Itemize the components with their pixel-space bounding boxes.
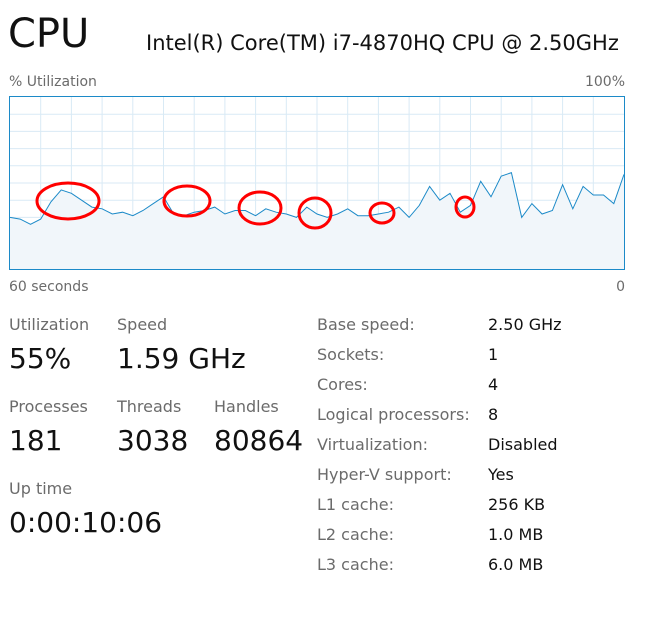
l2-cache-value: 1.0 MB bbox=[488, 525, 544, 544]
graph-y-max-label: 100% bbox=[584, 74, 625, 90]
page-title: CPU bbox=[8, 11, 90, 57]
handles-label: Handles bbox=[214, 397, 279, 416]
l1-cache-label: L1 cache: bbox=[317, 495, 394, 514]
cores-value: 4 bbox=[488, 375, 499, 394]
base-speed-value: 2.50 GHz bbox=[488, 315, 562, 334]
handles-value: 80864 bbox=[214, 424, 304, 457]
base-speed-label: Base speed: bbox=[317, 315, 415, 334]
hyper-v-support-value: Yes bbox=[488, 465, 514, 484]
cpu-utilization-graph bbox=[9, 96, 625, 270]
cpu-model-name: Intel(R) Core(TM) i7-4870HQ CPU @ 2.50GH… bbox=[146, 31, 619, 55]
red-circle-annotation bbox=[162, 184, 212, 218]
speed-value: 1.59 GHz bbox=[117, 342, 246, 375]
graph-x-right-label: 0 bbox=[616, 279, 625, 295]
utilization-label: Utilization bbox=[9, 315, 90, 334]
speed-label: Speed bbox=[117, 315, 168, 334]
virtualization-label: Virtualization: bbox=[317, 435, 428, 454]
hyper-v-support-label: Hyper-V support: bbox=[317, 465, 452, 484]
l3-cache-value: 6.0 MB bbox=[488, 555, 544, 574]
virtualization-value: Disabled bbox=[488, 435, 558, 454]
utilization-value: 55% bbox=[9, 342, 72, 375]
threads-value: 3038 bbox=[117, 424, 189, 457]
graph-y-label: % Utilization bbox=[9, 74, 97, 90]
threads-label: Threads bbox=[117, 397, 182, 416]
cores-label: Cores: bbox=[317, 375, 368, 394]
l3-cache-label: L3 cache: bbox=[317, 555, 394, 574]
l1-cache-value: 256 KB bbox=[488, 495, 546, 514]
uptime-label: Up time bbox=[9, 479, 73, 498]
graph-x-left-label: 60 seconds bbox=[9, 279, 89, 295]
uptime-value: 0:00:10:06 bbox=[9, 506, 163, 539]
logical-processors-label: Logical processors: bbox=[317, 405, 470, 424]
sockets-value: 1 bbox=[488, 345, 499, 364]
processes-value: 181 bbox=[9, 424, 63, 457]
cpu-utilization-chart bbox=[10, 97, 624, 269]
sockets-label: Sockets: bbox=[317, 345, 385, 364]
l2-cache-label: L2 cache: bbox=[317, 525, 394, 544]
logical-processors-value: 8 bbox=[488, 405, 499, 424]
processes-label: Processes bbox=[9, 397, 88, 416]
